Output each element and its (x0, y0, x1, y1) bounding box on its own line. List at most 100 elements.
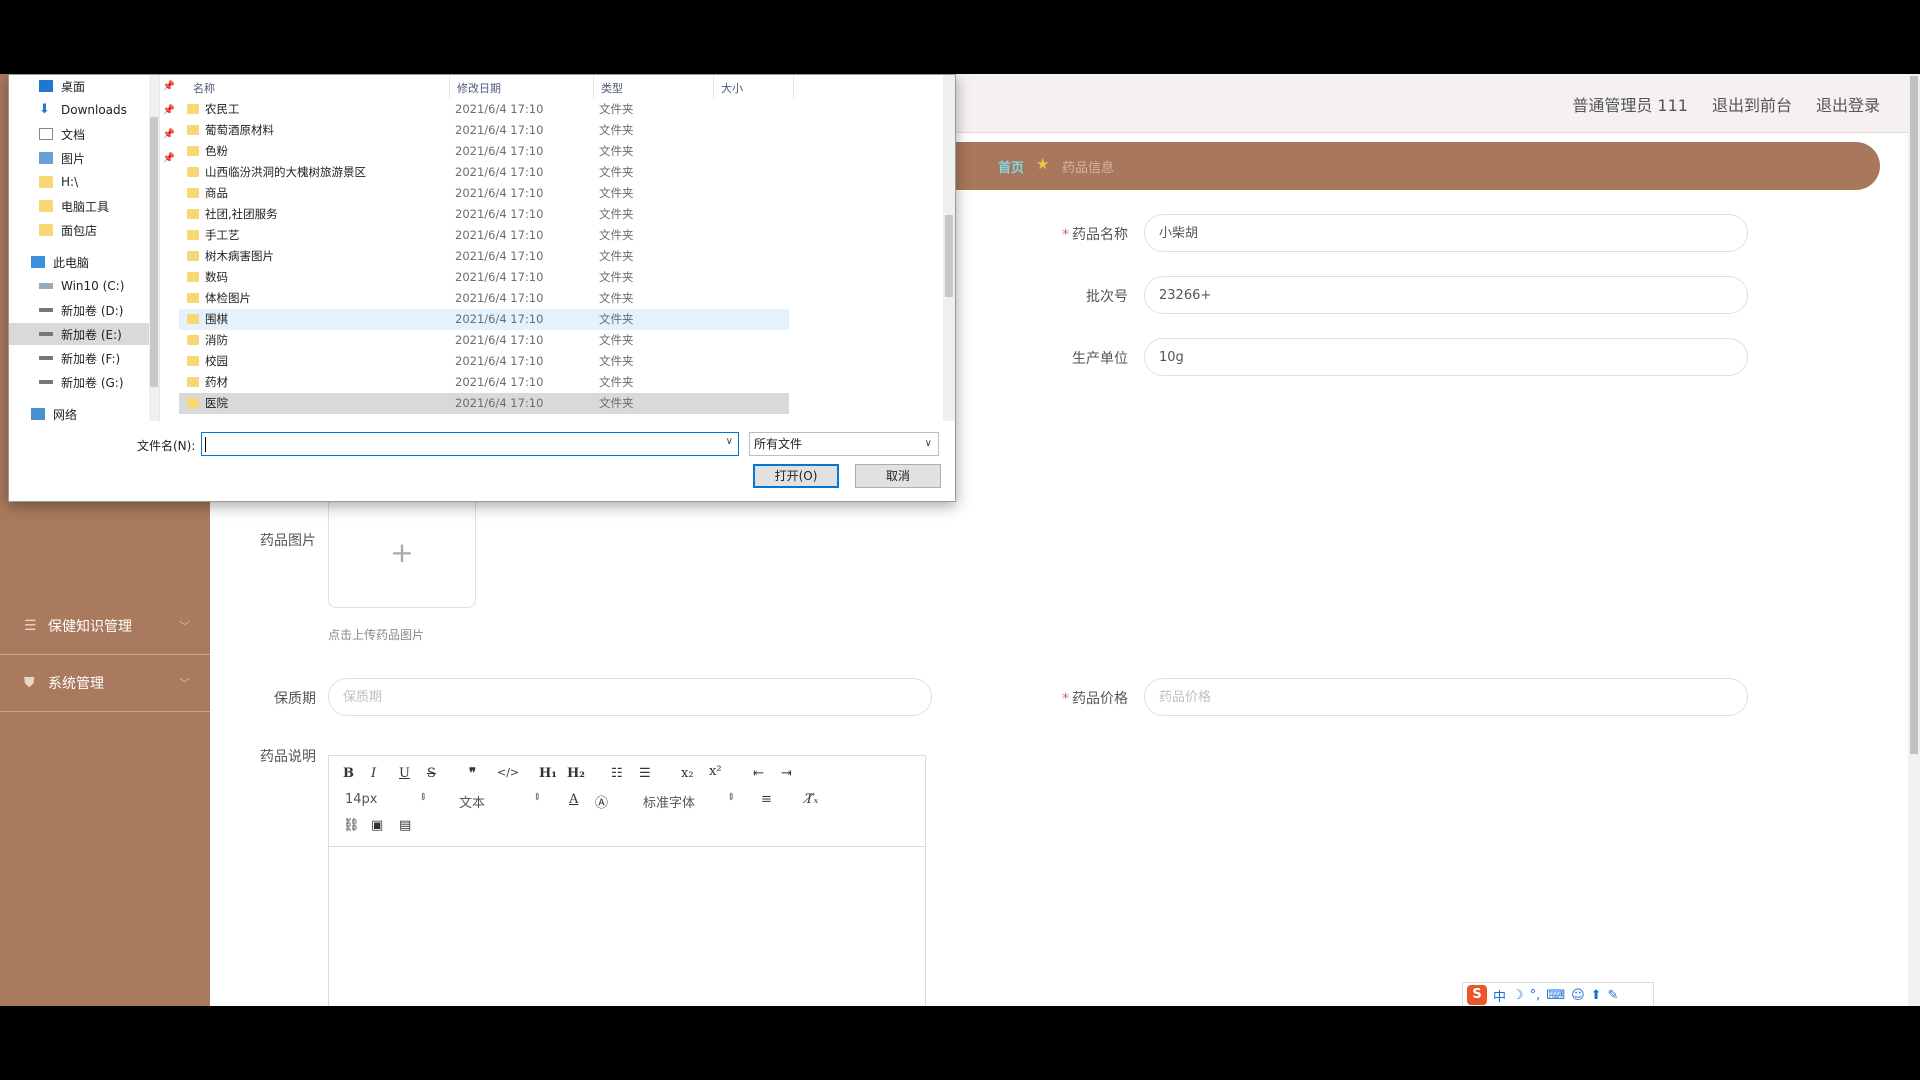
shelf-input[interactable]: 保质期 (328, 678, 932, 716)
image-uploader[interactable]: + (328, 496, 476, 608)
document-icon (39, 128, 53, 140)
file-type: 文件夹 (599, 123, 634, 137)
outdent-icon[interactable]: ⇤ (753, 766, 764, 781)
upload-hint: 点击上传药品图片 (328, 628, 425, 642)
nav-scrollbar[interactable] (149, 75, 159, 421)
file-row[interactable]: 葡萄酒原材料 2021/6/4 17:10 文件夹 (179, 120, 789, 141)
file-type: 文件夹 (599, 312, 634, 326)
file-type: 文件夹 (599, 165, 634, 179)
code-icon[interactable]: </> (497, 766, 519, 779)
file-row[interactable]: 围棋 2021/6/4 17:10 文件夹 (179, 309, 789, 330)
open-button[interactable]: 打开(O) (753, 464, 839, 488)
ime-toolbar[interactable]: S 中 ☽ °, ⌨ ☺ ⬆ ✎ (1462, 982, 1654, 1006)
subscript-icon[interactable]: x₂ (681, 766, 694, 781)
align-icon[interactable]: ≡ (761, 792, 772, 807)
font-family-select[interactable]: 标准字体 (643, 792, 695, 811)
folder-icon (187, 356, 199, 366)
file-row[interactable]: 色粉 2021/6/4 17:10 文件夹 (179, 141, 789, 162)
font-color-icon[interactable]: A (569, 792, 578, 807)
pin-icon: 📌 (162, 104, 175, 116)
filetype-value: 所有文件 (754, 437, 803, 451)
breadcrumb-home[interactable]: 首页 (998, 157, 1024, 176)
column-name[interactable]: 名称 (193, 80, 215, 96)
h2-icon[interactable]: H₂ (567, 766, 585, 781)
indent-icon[interactable]: ⇥ (781, 766, 792, 781)
folder-icon (187, 377, 199, 387)
column-size[interactable]: 大小 (721, 80, 743, 96)
file-name: 社团,社团服务 (205, 207, 278, 221)
back-to-front-link[interactable]: 退出到前台 (1712, 92, 1792, 116)
ordered-list-icon[interactable]: ☷ (611, 766, 623, 781)
chevron-down-icon[interactable]: ∨ (726, 436, 733, 447)
moon-icon: ☽ (1512, 987, 1524, 1003)
superscript-icon[interactable]: x² (709, 764, 722, 779)
desktop-icon (39, 80, 53, 92)
rich-text-editor[interactable]: B I U S ❞ </> H₁ H₂ ☷ ☰ x₂ x² ⇤ ⇥ 14px ⇕… (328, 755, 926, 1006)
pin-icon: 📌 (162, 152, 175, 164)
file-row[interactable]: 商品 2021/6/4 17:10 文件夹 (179, 183, 789, 204)
underline-icon[interactable]: U (399, 766, 410, 781)
file-row[interactable]: 消防 2021/6/4 17:10 文件夹 (179, 330, 789, 351)
file-row[interactable]: 社团,社团服务 2021/6/4 17:10 文件夹 (179, 204, 789, 225)
file-date: 2021/6/4 17:10 (455, 354, 544, 368)
bold-icon[interactable]: B (343, 766, 354, 781)
quote-icon[interactable]: ❞ (469, 766, 476, 781)
price-input[interactable]: 药品价格 (1144, 678, 1748, 716)
updown-icon: ⇕ (727, 792, 736, 803)
link-icon[interactable]: ⛓ (343, 818, 360, 833)
folder-icon (187, 398, 199, 408)
file-date: 2021/6/4 17:10 (455, 249, 544, 263)
list-scrollbar[interactable] (943, 75, 955, 421)
sogou-icon: S (1467, 985, 1487, 1005)
file-row[interactable]: 农民工 2021/6/4 17:10 文件夹 (179, 99, 789, 120)
sidebar-item-system[interactable]: ⛊ 系统管理 ﹀ (0, 655, 210, 712)
logout-link[interactable]: 退出登录 (1816, 92, 1880, 116)
clear-format-icon[interactable]: T̸ₓ (805, 792, 818, 807)
italic-icon[interactable]: I (371, 766, 376, 781)
file-row[interactable]: 数码 2021/6/4 17:10 文件夹 (179, 267, 789, 288)
file-type: 文件夹 (599, 186, 634, 200)
updown-icon: ⇕ (533, 792, 542, 803)
column-type[interactable]: 类型 (601, 80, 623, 96)
image-icon[interactable]: ▣ (371, 818, 383, 833)
file-row[interactable]: 校园 2021/6/4 17:10 文件夹 (179, 351, 789, 372)
file-type: 文件夹 (599, 291, 634, 305)
file-date: 2021/6/4 17:10 (455, 396, 544, 410)
background-color-icon[interactable]: Ⓐ (595, 792, 608, 811)
folder-icon (187, 335, 199, 345)
font-size-select[interactable]: 14px (345, 792, 378, 807)
updown-icon: ⇕ (419, 792, 428, 803)
maker-input[interactable]: 10g (1144, 338, 1748, 376)
file-row[interactable]: 树木病害图片 2021/6/4 17:10 文件夹 (179, 246, 789, 267)
file-name: 校园 (205, 354, 228, 368)
file-row[interactable]: 手工艺 2021/6/4 17:10 文件夹 (179, 225, 789, 246)
file-date: 2021/6/4 17:10 (455, 207, 544, 221)
filename-input[interactable]: ∨ (201, 432, 739, 456)
filetype-select[interactable]: 所有文件 ∨ (749, 432, 939, 456)
file-row[interactable]: 医院 2021/6/4 17:10 文件夹 (179, 393, 789, 414)
dialog-nav-pane: 桌面 📌 ⬇ Downloads 📌 文档 📌 图片 📌 H:\ 电脑工具 面包店 此电脑… (9, 75, 175, 422)
file-type: 文件夹 (599, 333, 634, 347)
video-icon[interactable]: ▤ (399, 818, 411, 833)
cancel-button[interactable]: 取消 (855, 464, 941, 488)
strike-icon[interactable]: S (427, 766, 436, 781)
folder-icon (187, 293, 199, 303)
file-row[interactable]: 山西临汾洪洞的大槐树旅游景区 2021/6/4 17:10 文件夹 (179, 162, 789, 183)
h1-icon[interactable]: H₁ (539, 766, 557, 781)
batch-input[interactable]: 23266+ (1144, 276, 1748, 314)
chevron-down-icon: ∨ (924, 438, 932, 449)
filename-label: 文件名(N): (137, 439, 196, 453)
ime-mode: 中 (1493, 989, 1507, 1005)
nav-item-drive-e[interactable]: 新加卷 (E:) (9, 323, 149, 345)
text-type-select[interactable]: 文本 (459, 792, 485, 811)
file-type: 文件夹 (599, 270, 634, 284)
file-name: 山西临汾洪洞的大槐树旅游景区 (205, 165, 366, 179)
column-date[interactable]: 修改日期 (457, 80, 501, 96)
file-row[interactable]: 药材 2021/6/4 17:10 文件夹 (179, 372, 789, 393)
sidebar-item-health-knowledge[interactable]: ☰ 保健知识管理 ﹀ (0, 598, 210, 655)
pin-icon: 📌 (162, 80, 175, 92)
file-row[interactable]: 体检图片 2021/6/4 17:10 文件夹 (179, 288, 789, 309)
page-scrollbar[interactable] (1908, 74, 1920, 1006)
bullet-list-icon[interactable]: ☰ (639, 766, 651, 781)
name-input[interactable]: 小柴胡 (1144, 214, 1748, 252)
